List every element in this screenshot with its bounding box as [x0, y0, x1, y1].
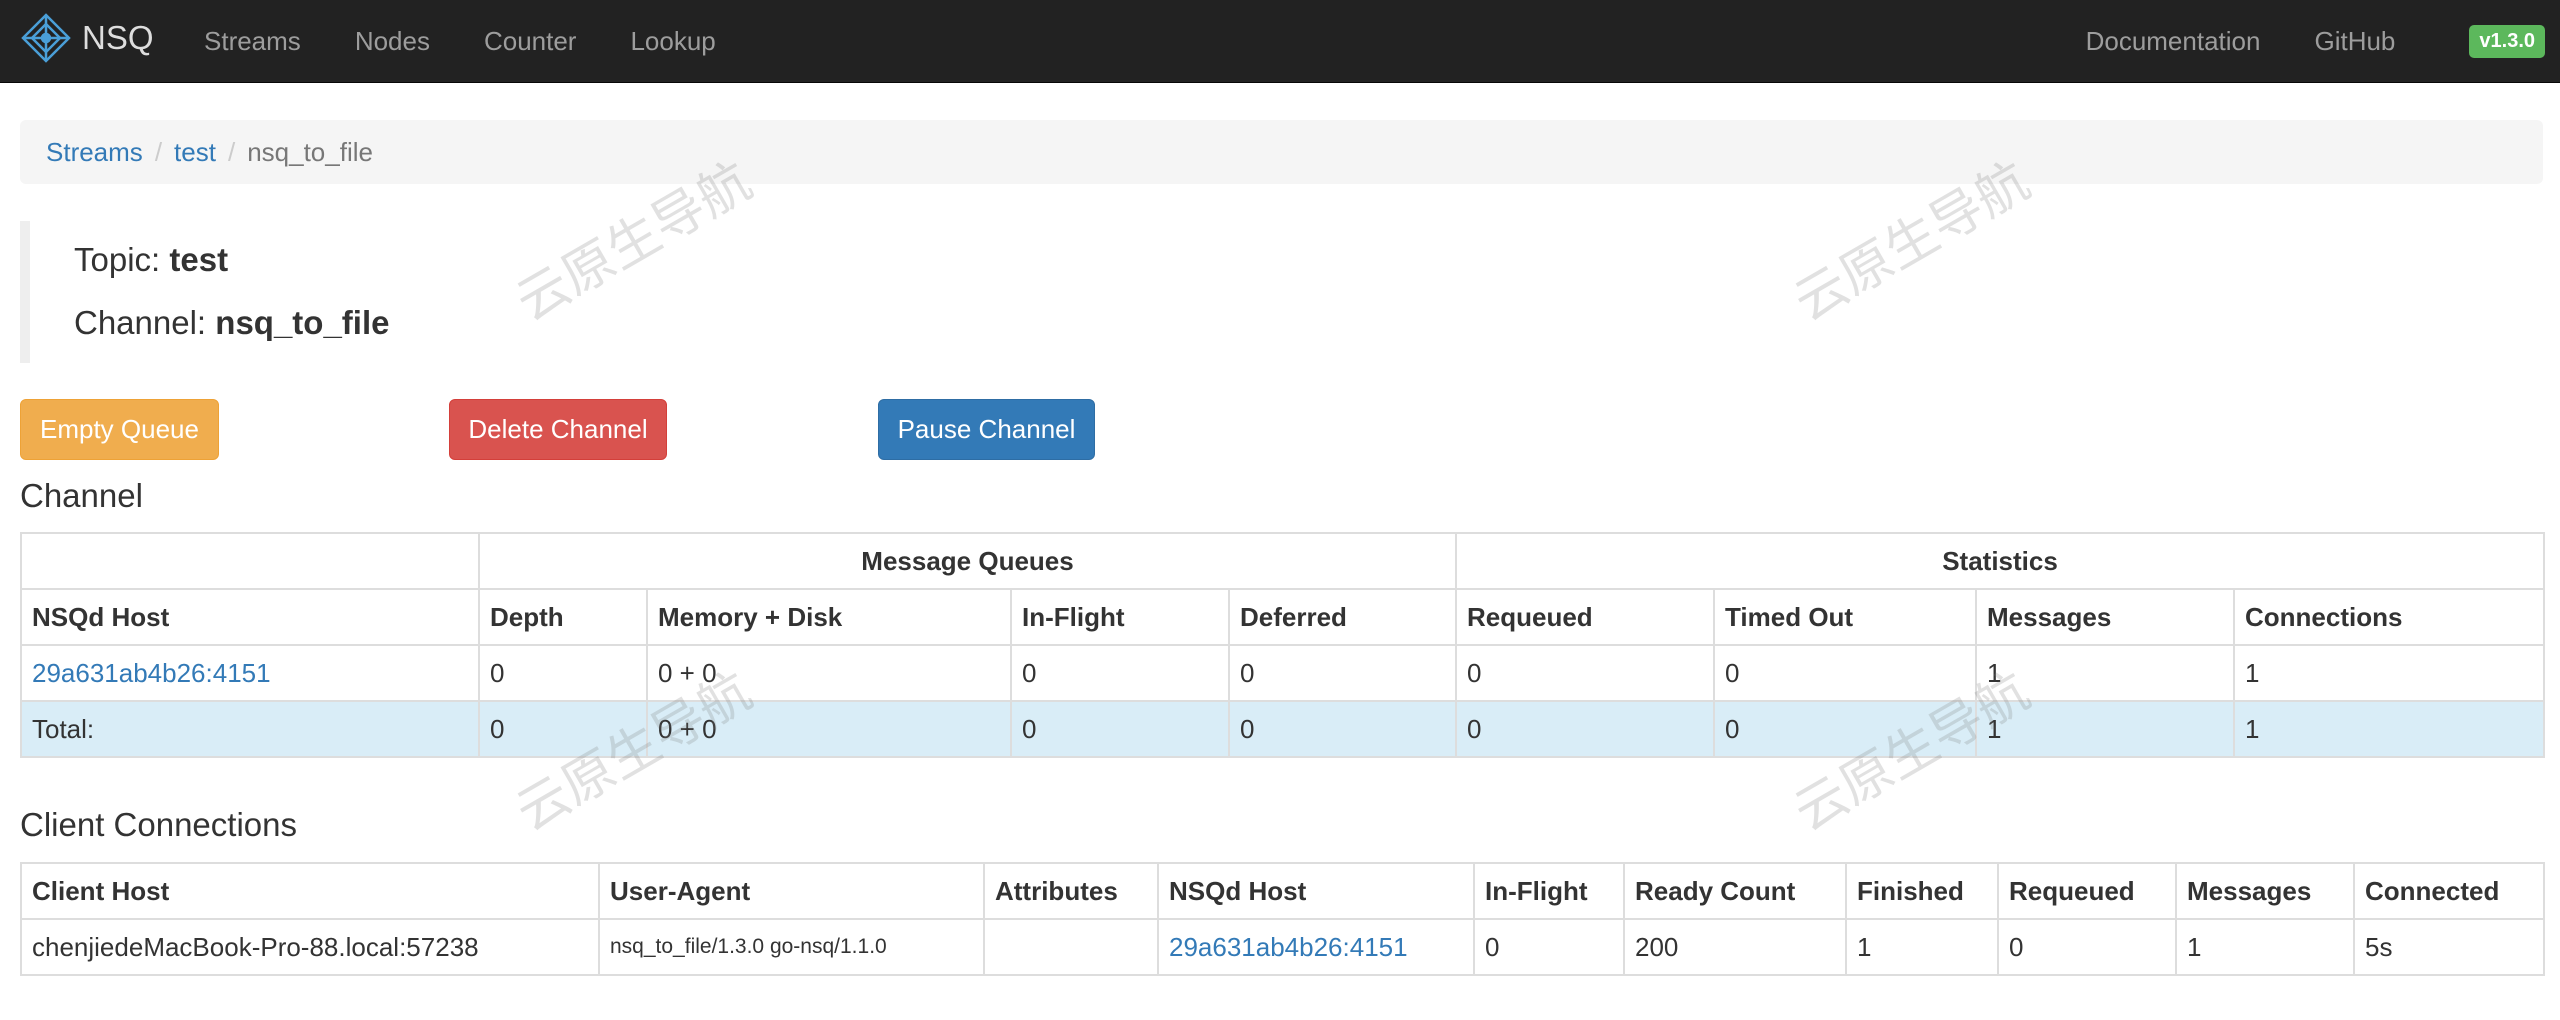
- breadcrumb-streams[interactable]: Streams: [46, 137, 143, 168]
- column-header: Requeued: [1997, 862, 2177, 920]
- column-header: Messages: [2175, 862, 2355, 920]
- total-row: Total: 0 0 + 0 0 0 0 0 1 1: [20, 700, 2546, 758]
- column-header: Memory + Disk: [646, 588, 1012, 646]
- table-row: 29a631ab4b26:4151 0 0 + 0 0 0 0 0 1 1: [20, 644, 2546, 702]
- nsqd-host-cell: 29a631ab4b26:4151: [20, 644, 480, 702]
- column-header: Requeued: [1455, 588, 1715, 646]
- table-cell: 0: [1010, 700, 1230, 758]
- column-header: Depth: [478, 588, 648, 646]
- topic-channel-header: Topic: test Channel: nsq_to_file: [20, 221, 620, 363]
- table-cell: 0: [1473, 918, 1625, 976]
- client-connections-table: Client Host User-Agent Attributes NSQd H…: [20, 862, 2545, 976]
- breadcrumb-separator: /: [154, 136, 163, 167]
- breadcrumb-current: nsq_to_file: [247, 136, 373, 167]
- empty-queue-button[interactable]: Empty Queue: [20, 399, 219, 460]
- table-cell: 1: [1975, 700, 2235, 758]
- total-label: Total:: [20, 700, 480, 758]
- nav-documentation[interactable]: Documentation: [2086, 26, 2261, 57]
- table-cell: 0: [478, 644, 648, 702]
- topic-label: Topic:: [74, 241, 161, 278]
- column-header: NSQd Host: [1157, 862, 1475, 920]
- breadcrumb: Streams / test / nsq_to_file: [20, 120, 2543, 184]
- table-cell: 0: [1228, 644, 1457, 702]
- table-cell: 0: [1713, 700, 1977, 758]
- top-navbar: NSQ Streams Nodes Counter Lookup Documen…: [0, 0, 2560, 83]
- user-agent-cell: nsq_to_file/1.3.0 go-nsq/1.1.0: [598, 918, 985, 976]
- column-header: Finished: [1845, 862, 1999, 920]
- clients-header-row: Client Host User-Agent Attributes NSQd H…: [20, 862, 2545, 920]
- nsq-logo-icon: [21, 13, 71, 63]
- nsqd-host-link[interactable]: 29a631ab4b26:4151: [1169, 932, 1408, 962]
- version-badge: v1.3.0: [2469, 25, 2545, 58]
- table-cell: 1: [1845, 918, 1999, 976]
- client-host-cell: chenjiedeMacBook-Pro-88.local:57238: [20, 918, 600, 976]
- empty-header-cell: [20, 532, 480, 590]
- channel-section-title: Channel: [20, 477, 143, 514]
- column-header: Messages: [1975, 588, 2235, 646]
- table-cell: 0: [1713, 644, 1977, 702]
- table-cell: 5s: [2353, 918, 2545, 976]
- column-header: In-Flight: [1473, 862, 1625, 920]
- column-header: NSQd Host: [20, 588, 480, 646]
- table-cell: 1: [2232, 644, 2546, 702]
- table-cell: 1: [1975, 644, 2235, 702]
- attributes-cell: [983, 918, 1159, 976]
- table-cell: 0: [1997, 918, 2177, 976]
- nsqd-host-link[interactable]: 29a631ab4b26:4151: [32, 658, 271, 688]
- column-header: Connected: [2353, 862, 2545, 920]
- nav-counter[interactable]: Counter: [484, 26, 577, 57]
- column-header: Attributes: [983, 862, 1159, 920]
- breadcrumb-separator: /: [227, 136, 236, 167]
- column-header: User-Agent: [598, 862, 985, 920]
- brand-name: NSQ: [82, 19, 154, 56]
- brand[interactable]: NSQ: [20, 12, 154, 64]
- column-header: Connections: [2232, 588, 2546, 646]
- table-cell: 0: [1010, 644, 1230, 702]
- secondary-nav: Documentation GitHub v1.3.0: [2086, 0, 2560, 83]
- nav-nodes[interactable]: Nodes: [355, 26, 430, 57]
- nav-lookup[interactable]: Lookup: [630, 26, 715, 57]
- table-cell: 0: [1455, 700, 1715, 758]
- channel-table: Message Queues Statistics NSQd Host Dept…: [20, 532, 2546, 758]
- nav-github[interactable]: GitHub: [2314, 26, 2395, 57]
- column-header: In-Flight: [1010, 588, 1230, 646]
- nsqd-host-cell: 29a631ab4b26:4151: [1157, 918, 1475, 976]
- topic-line: Topic: test: [74, 241, 228, 279]
- column-header: Timed Out: [1713, 588, 1977, 646]
- table-cell: 0: [1455, 644, 1715, 702]
- table-cell: 0 + 0: [646, 700, 1012, 758]
- topic-name: test: [169, 241, 229, 278]
- column-header: Client Host: [20, 862, 600, 920]
- table-cell: 0 + 0: [646, 644, 1012, 702]
- main-nav: Streams Nodes Counter Lookup: [204, 0, 770, 83]
- table-cell: 200: [1623, 918, 1847, 976]
- client-connections-title: Client Connections: [20, 806, 297, 843]
- pause-channel-button[interactable]: Pause Channel: [878, 399, 1095, 460]
- channel-label: Channel:: [74, 304, 207, 341]
- channel-column-header-row: NSQd Host Depth Memory + Disk In-Flight …: [20, 588, 2546, 646]
- table-cell: 1: [2175, 918, 2355, 976]
- channel-line: Channel: nsq_to_file: [74, 304, 389, 342]
- channel-group-header-row: Message Queues Statistics: [20, 532, 2546, 590]
- statistics-header: Statistics: [1454, 532, 2546, 590]
- table-cell: 1: [2232, 700, 2546, 758]
- channel-name: nsq_to_file: [215, 304, 390, 341]
- delete-channel-button[interactable]: Delete Channel: [449, 399, 667, 460]
- table-cell: 0: [478, 700, 648, 758]
- column-header: Ready Count: [1623, 862, 1847, 920]
- breadcrumb-topic[interactable]: test: [174, 137, 216, 168]
- nav-streams[interactable]: Streams: [204, 26, 301, 57]
- table-cell: 0: [1228, 700, 1457, 758]
- table-row: chenjiedeMacBook-Pro-88.local:57238 nsq_…: [20, 918, 2545, 976]
- message-queues-header: Message Queues: [478, 532, 1457, 590]
- column-header: Deferred: [1228, 588, 1457, 646]
